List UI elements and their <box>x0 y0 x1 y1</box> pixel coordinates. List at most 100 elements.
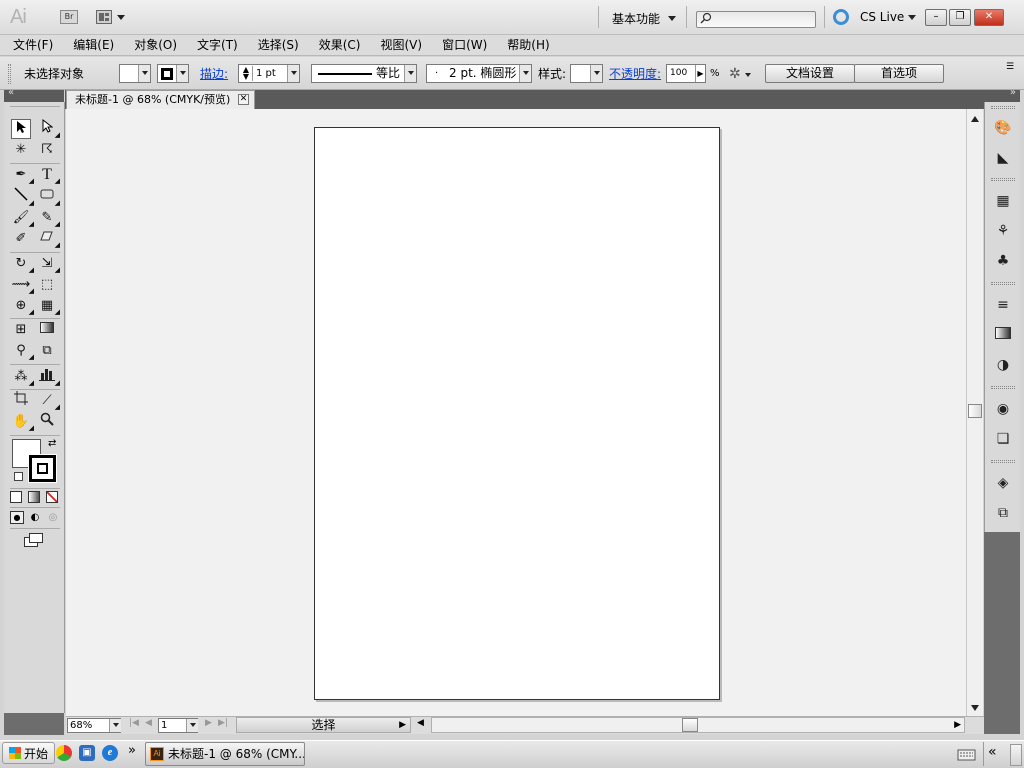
rectangle-tool-icon[interactable]: ◢ <box>37 187 60 207</box>
free-transform-tool-icon[interactable]: ⬚ <box>37 275 57 295</box>
quicklaunch-more-icon[interactable]: » <box>128 743 136 758</box>
graphic-styles-icon[interactable]: ❏ <box>994 430 1012 448</box>
transparency-icon[interactable]: ◑ <box>994 356 1012 374</box>
close-tab-icon[interactable]: ✕ <box>238 94 249 105</box>
close-button[interactable]: ✕ <box>974 9 1004 26</box>
color-mode-icon[interactable] <box>10 491 22 503</box>
horizontal-scroll-thumb[interactable] <box>682 718 698 732</box>
help-search-input[interactable] <box>696 11 816 28</box>
chevron-down-icon[interactable] <box>186 719 198 732</box>
artboard-tool-icon[interactable] <box>11 391 31 411</box>
mesh-tool-icon[interactable]: ⊞ <box>11 320 31 340</box>
color-palette-icon[interactable]: 🎨 <box>994 119 1012 137</box>
line-segment-tool-icon[interactable]: ◢ <box>11 187 34 207</box>
menu-file[interactable]: 文件(F) <box>0 35 60 55</box>
rotate-tool-icon[interactable]: ↻ ◢ <box>11 254 34 274</box>
menu-object[interactable]: 对象(O) <box>121 35 184 55</box>
swap-fill-stroke-icon[interactable]: ⇄ <box>48 438 56 449</box>
eraser-tool-icon[interactable]: ◢ <box>37 229 60 249</box>
draw-behind-icon[interactable]: ◐ <box>28 511 42 524</box>
dock-grip[interactable] <box>991 282 1015 285</box>
stepper-icon[interactable]: ▲ ▼ <box>240 66 253 81</box>
restore-button[interactable]: ❐ <box>949 9 971 26</box>
pencil-tool-icon[interactable]: ✎ ◢ <box>37 208 60 228</box>
dock-grip[interactable] <box>991 386 1015 389</box>
selection-tool-icon[interactable] <box>11 119 31 139</box>
zoom-tool-icon[interactable] <box>37 412 57 432</box>
menu-select[interactable]: 选择(S) <box>245 35 306 55</box>
menu-view[interactable]: 视图(V) <box>367 35 429 55</box>
none-mode-icon[interactable] <box>46 491 58 503</box>
scale-tool-icon[interactable]: ⇲ ◢ <box>37 254 60 274</box>
layers-icon[interactable]: ◈ <box>994 474 1012 492</box>
explorer-window-icon[interactable]: ▣ <box>79 745 95 761</box>
opacity-field[interactable]: 100 ▶ <box>666 64 706 83</box>
brush-definition[interactable]: · 2 pt. 椭圆形 <box>426 64 532 83</box>
previous-artboard-icon[interactable]: ◀ <box>145 718 152 728</box>
dock-grip[interactable] <box>991 178 1015 181</box>
last-artboard-icon[interactable]: ▶| <box>218 718 228 728</box>
bridge-button[interactable]: Br <box>60 10 78 24</box>
draw-inside-icon[interactable]: ◎ <box>46 511 60 524</box>
dock-grip[interactable] <box>991 106 1015 109</box>
horizontal-scrollbar[interactable]: ▶ <box>431 717 965 733</box>
blend-tool-icon[interactable]: ⧉ <box>37 341 57 361</box>
tray-collapse-icon[interactable]: « <box>988 744 997 760</box>
stroke-swatch[interactable] <box>28 454 57 483</box>
menu-window[interactable]: 窗口(W) <box>429 35 494 55</box>
taskbar-illustrator-button[interactable]: 未标题-1 @ 68% (CMY... <box>145 742 305 766</box>
chrome-icon[interactable] <box>56 745 72 761</box>
width-tool-icon[interactable]: ⟿ ◢ <box>11 275 34 295</box>
swatches-icon[interactable]: ▦ <box>994 192 1012 210</box>
scroll-left-icon[interactable]: ◀ <box>417 718 424 728</box>
gradient-tool-icon[interactable] <box>37 320 57 340</box>
paintbrush-tool-icon[interactable]: 🖌 ◢ <box>11 208 34 228</box>
stroke-weight-field[interactable]: ▲ ▼ 1 pt <box>238 64 300 83</box>
document-tab[interactable]: 未标题-1 @ 68% (CMYK/预览) <box>66 90 256 109</box>
default-fill-stroke-icon[interactable] <box>14 472 23 481</box>
status-menu[interactable]: 选择 ▶ <box>236 717 411 733</box>
next-artboard-icon[interactable]: ▶ <box>205 718 212 728</box>
brushes-icon[interactable]: ⚘ <box>994 222 1012 240</box>
keyboard-tray-icon[interactable] <box>954 742 980 766</box>
symbols-icon[interactable]: ♣ <box>994 252 1012 270</box>
graphic-style-picker[interactable] <box>570 64 603 83</box>
scroll-right-icon[interactable]: ▶ <box>954 718 961 732</box>
appearance-icon[interactable]: ◉ <box>994 400 1012 418</box>
document-setup-button[interactable]: 文档设置 <box>765 64 855 83</box>
scroll-up-icon[interactable] <box>971 116 979 122</box>
slice-tool-icon[interactable]: ⟋ ◢ <box>37 391 60 411</box>
draw-normal-icon[interactable]: ● <box>10 511 24 524</box>
menu-effect[interactable]: 效果(C) <box>306 35 368 55</box>
eyedropper-tool-icon[interactable]: ⚲ ◢ <box>11 341 34 361</box>
dock-grip[interactable] <box>991 460 1015 463</box>
gradient-panel-icon[interactable] <box>994 326 1012 344</box>
variable-width-profile[interactable]: 等比 <box>311 64 417 83</box>
blob-brush-tool-icon[interactable]: ✐ <box>11 229 31 249</box>
minimize-button[interactable]: – <box>925 9 947 26</box>
stroke-panel-icon[interactable]: ≡ <box>994 296 1012 314</box>
symbol-sprayer-tool-icon[interactable]: ⁂ ◢ <box>11 367 35 387</box>
show-desktop-button[interactable] <box>1010 744 1022 766</box>
type-tool-icon[interactable]: T ◢ <box>37 165 60 185</box>
stroke-color-picker[interactable] <box>157 64 189 83</box>
start-button[interactable]: 开始 <box>2 742 56 764</box>
chevron-down-icon[interactable] <box>109 719 121 732</box>
cslive-menu[interactable]: CS Live <box>860 10 917 24</box>
menu-edit[interactable]: 编辑(E) <box>60 35 121 55</box>
recolor-artwork-button[interactable]: ✲ <box>729 64 757 84</box>
chevron-right-icon[interactable]: ▶ <box>695 65 705 82</box>
stroke-panel-link[interactable]: 描边: <box>200 64 228 84</box>
fill-color-picker[interactable] <box>119 64 151 83</box>
workspace-switcher[interactable]: 基本功能 <box>612 10 677 27</box>
scroll-down-icon[interactable] <box>971 705 979 711</box>
internet-explorer-icon[interactable]: e <box>102 745 118 761</box>
menu-help[interactable]: 帮助(H) <box>494 35 556 55</box>
color-guide-icon[interactable]: ◣ <box>994 149 1012 167</box>
artboard[interactable] <box>314 127 720 700</box>
toolbox-header[interactable]: « <box>4 87 64 102</box>
screen-mode-icon[interactable] <box>24 533 44 547</box>
column-graph-tool-icon[interactable]: ◢ <box>37 367 60 387</box>
arrange-documents-button[interactable] <box>96 9 130 25</box>
direct-selection-tool-icon[interactable]: ◢ <box>37 118 60 139</box>
